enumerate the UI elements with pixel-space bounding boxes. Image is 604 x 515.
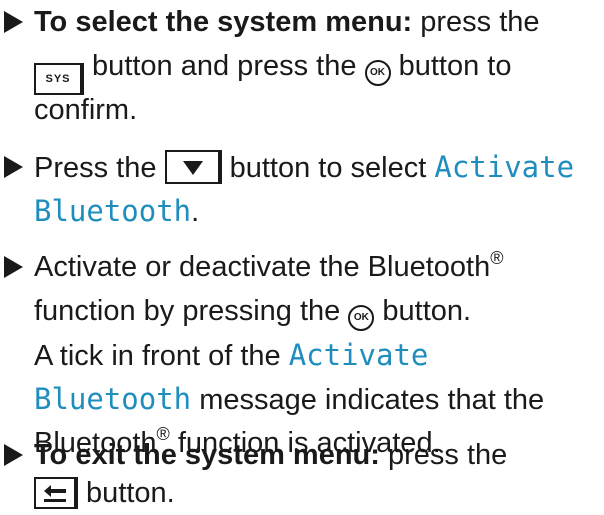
step-line: Bluetooth. xyxy=(34,189,199,234)
instruction-page: To select the system menu: press the SYS… xyxy=(0,0,604,509)
ok-button-icon: OK xyxy=(348,305,375,331)
step-text: button to select xyxy=(221,152,435,184)
step-text: button and press the xyxy=(84,50,365,82)
step-line: confirm. xyxy=(34,88,137,132)
step-line: button. xyxy=(34,471,175,515)
step-line: Bluetooth message indicates that the xyxy=(34,377,544,422)
triangle-right-icon xyxy=(4,156,23,178)
step-text: message indicates that the xyxy=(191,384,545,416)
step-text: function by pressing the xyxy=(34,295,349,327)
triangle-right-icon xyxy=(4,11,23,33)
menu-item-bluetooth: Bluetooth xyxy=(34,194,192,228)
step-line: To select the system menu: press the xyxy=(34,0,540,44)
step-text: button. xyxy=(374,295,472,327)
down-arrow-key-icon xyxy=(164,150,222,184)
step-line: Press the button to select Activate xyxy=(34,145,574,190)
step-text: A tick in front of the xyxy=(34,340,289,372)
step-text: Press the xyxy=(34,152,165,184)
step-line: A tick in front of the Activate xyxy=(34,333,428,378)
step-text: button to xyxy=(390,50,512,82)
registered-mark: ® xyxy=(490,248,504,268)
triangle-right-icon xyxy=(4,444,23,466)
step-line: function by pressing the OK button. xyxy=(34,289,471,333)
menu-item-activate: Activate xyxy=(434,150,575,184)
step-text: press the xyxy=(379,439,508,471)
menu-item-bluetooth: Bluetooth xyxy=(34,382,192,416)
step-text: button. xyxy=(78,477,175,509)
step-text: press the xyxy=(412,6,540,38)
step-lead: To select the system menu: xyxy=(34,6,413,38)
menu-item-activate: Activate xyxy=(288,338,429,372)
back-key-icon xyxy=(34,477,78,509)
step-text: Activate or deactivate the Bluetooth xyxy=(34,251,491,283)
step-text: confirm. xyxy=(34,94,138,126)
triangle-right-icon xyxy=(4,256,23,278)
step-lead: To exit the system menu: xyxy=(34,439,380,471)
ok-button-icon: OK xyxy=(364,60,391,86)
step-line: Activate or deactivate the Bluetooth® xyxy=(34,245,504,289)
step-text: . xyxy=(191,196,200,228)
